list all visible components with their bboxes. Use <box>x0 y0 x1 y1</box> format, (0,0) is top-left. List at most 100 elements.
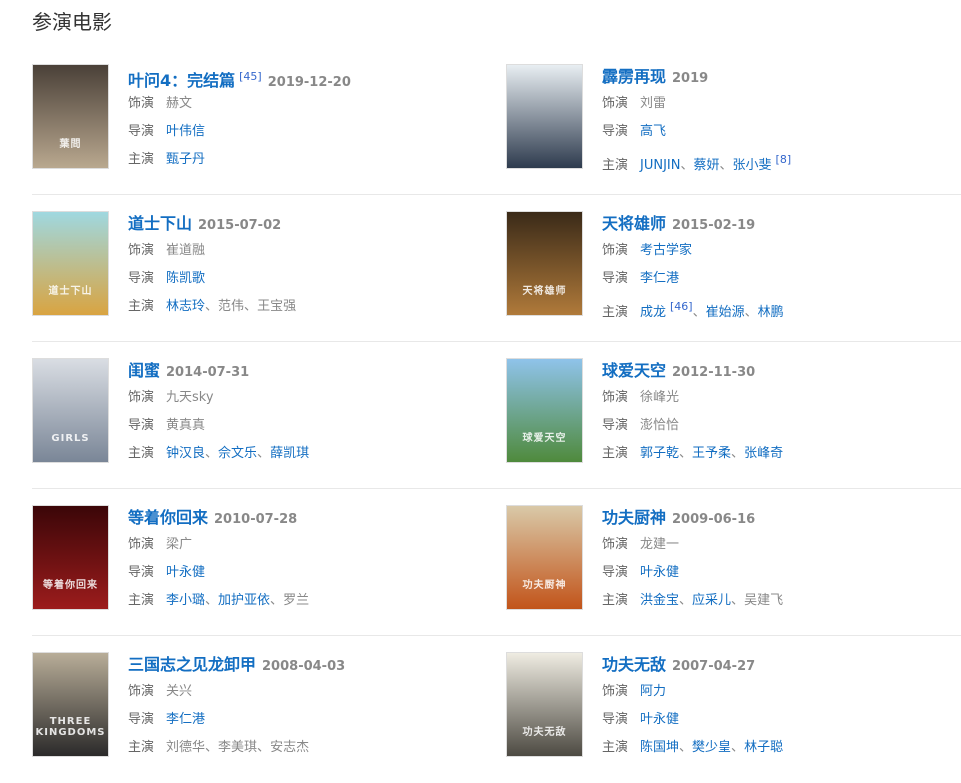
cast-value[interactable]: 崔始源 <box>706 305 745 320</box>
movie-poster[interactable]: 葉問 <box>32 64 109 169</box>
director-field: 导演 李仁港 <box>602 265 961 293</box>
role-field: 饰演 阿力 <box>602 678 961 706</box>
movie-info: 球爱天空 2012-11-30 饰演 徐峰光 导演 澎恰恰 主演 郭子乾、王予柔、张峰奇 <box>602 358 961 468</box>
cast-value[interactable]: 林鹏 <box>758 305 784 320</box>
movie-poster[interactable]: 功夫无敌 <box>506 652 583 757</box>
movie-item: 霹雳再现 2019 饰演 刘雷 导演 高飞 主演 JUNJIN、蔡妍、张小斐 [8] <box>506 64 961 173</box>
movie-info: 三国志之见龙卸甲 2008-04-03 饰演 关兴 导演 李仁港 主演 刘德华、李美琪、安志杰 <box>128 652 488 762</box>
movie-title-link[interactable]: 三国志之见龙卸甲 <box>128 655 256 674</box>
cast-value[interactable]: 加护亚依 <box>218 593 270 608</box>
title-line: 三国志之见龙卸甲 2008-04-03 <box>128 652 488 678</box>
movie-poster[interactable]: GIRLS <box>32 358 109 463</box>
director-value[interactable]: 李仁港 <box>640 271 679 286</box>
director-value[interactable]: 叶永健 <box>166 565 205 580</box>
separator: 、 <box>679 593 693 608</box>
role-value: 徐峰光 <box>640 390 680 405</box>
separator: 、 <box>257 740 271 755</box>
cast-value[interactable]: 洪金宝 <box>640 593 679 608</box>
section-title: 参演电影 <box>32 10 112 34</box>
cast-value[interactable]: 甄子丹 <box>166 152 205 167</box>
director-value[interactable]: 高飞 <box>640 124 666 139</box>
movie-title-link[interactable]: 等着你回来 <box>128 508 208 527</box>
movie-info: 道士下山 2015-07-02 饰演 崔道融 导演 陈凯歌 主演 林志玲、范伟、王宝强 <box>128 211 488 321</box>
cast-value[interactable]: JUNJIN <box>640 158 680 173</box>
cast-value[interactable]: 樊少皇 <box>692 740 731 755</box>
poster-image <box>33 359 108 462</box>
director-label: 导演 <box>128 271 155 286</box>
movie-poster[interactable]: 功夫厨神 <box>506 505 583 610</box>
reference-note[interactable]: [8] <box>776 153 792 166</box>
movie-title-link[interactable]: 道士下山 <box>128 214 192 233</box>
cast-value[interactable]: 张峰奇 <box>744 446 783 461</box>
cast-value[interactable]: 蔡妍 <box>693 158 719 173</box>
cast-label: 主演 <box>602 593 629 608</box>
poster-image <box>507 212 582 315</box>
movie-poster[interactable]: 天将雄师 <box>506 211 583 316</box>
movie-poster[interactable]: 道士下山 <box>32 211 109 316</box>
movie-title-link[interactable]: 功夫厨神 <box>602 508 666 527</box>
movie-title-link[interactable]: 天将雄师 <box>602 214 666 233</box>
cast-value[interactable]: 林子聪 <box>744 740 783 755</box>
cast-value[interactable]: 陈国坤 <box>640 740 679 755</box>
cast-value[interactable]: 成龙 <box>640 305 666 320</box>
role-value[interactable]: 考古学家 <box>640 243 692 258</box>
movie-title-link[interactable]: 叶问4：完结篇 <box>128 71 235 90</box>
title-line: 闺蜜 2014-07-31 <box>128 358 488 384</box>
cast-field: 主演 郭子乾、王予柔、张峰奇 <box>602 440 961 468</box>
director-field: 导演 叶永健 <box>128 559 488 587</box>
reference-note[interactable]: [45] <box>239 70 262 83</box>
movie-item: 功夫厨神 功夫厨神 2009-06-16 饰演 龙建一 导演 叶永健 主演 洪金宝、应采儿、吴建… <box>506 505 961 612</box>
release-date: 2010-07-28 <box>214 512 298 527</box>
director-value[interactable]: 叶永健 <box>640 565 679 580</box>
movie-info: 叶问4：完结篇 [45] 2019-12-20 饰演 赫文 导演 叶伟信 主演 甄子丹 <box>128 64 488 174</box>
cast-value[interactable]: 应采儿 <box>692 593 731 608</box>
cast-value[interactable]: 钟汉良 <box>166 446 205 461</box>
director-value[interactable]: 陈凯歌 <box>166 271 205 286</box>
director-label: 导演 <box>602 565 629 580</box>
separator: 、 <box>205 446 219 461</box>
role-label: 饰演 <box>128 684 155 699</box>
role-value: 刘雷 <box>640 96 667 111</box>
director-field: 导演 陈凯歌 <box>128 265 488 293</box>
cast-value[interactable]: 李小璐 <box>166 593 205 608</box>
cast-label: 主演 <box>602 740 629 755</box>
cast-value[interactable]: 郭子乾 <box>640 446 679 461</box>
director-label: 导演 <box>128 124 155 139</box>
role-field: 饰演 梁广 <box>128 531 488 559</box>
cast-value[interactable]: 王予柔 <box>692 446 731 461</box>
cast-value[interactable]: 佘文乐 <box>218 446 257 461</box>
cast-value[interactable]: 薛凯琪 <box>270 446 309 461</box>
movie-row: 葉問 叶问4：完结篇 [45] 2019-12-20 饰演 赫文 导演 叶伟信 主演 甄子丹 霹雳再… <box>32 48 961 195</box>
separator: 、 <box>679 446 693 461</box>
movie-item: 等着你回来 等着你回来 2010-07-28 饰演 梁广 导演 叶永健 主演 李小璐、加护亚依、… <box>32 505 492 612</box>
movie-item: 球爱天空 球爱天空 2012-11-30 饰演 徐峰光 导演 澎恰恰 主演 郭子乾、王予柔、张峰… <box>506 358 961 465</box>
director-value[interactable]: 叶永健 <box>640 712 679 727</box>
movie-poster[interactable]: 球爱天空 <box>506 358 583 463</box>
role-field: 饰演 徐峰光 <box>602 384 961 412</box>
role-value[interactable]: 阿力 <box>640 684 666 699</box>
separator: 、 <box>692 305 706 320</box>
director-value[interactable]: 叶伟信 <box>166 124 205 139</box>
movie-poster[interactable] <box>506 64 583 169</box>
movie-title-link[interactable]: 霹雳再现 <box>602 67 666 86</box>
movie-title-link[interactable]: 球爱天空 <box>602 361 666 380</box>
movie-title-link[interactable]: 闺蜜 <box>128 361 160 380</box>
role-field: 饰演 赫文 <box>128 90 488 118</box>
movie-poster[interactable]: THREE KINGDOMS <box>32 652 109 757</box>
cast-field: 主演 李小璐、加护亚依、罗兰 <box>128 587 488 615</box>
cast-value[interactable]: 张小斐 <box>733 158 772 173</box>
cast-value: 安志杰 <box>270 740 310 755</box>
role-value: 九天sky <box>166 390 214 405</box>
separator: 、 <box>244 299 258 314</box>
movie-item: 功夫无敌 功夫无敌 2007-04-27 饰演 阿力 导演 叶永健 主演 陈国坤、樊少皇、林子聪 <box>506 652 961 759</box>
cast-field: 主演 陈国坤、樊少皇、林子聪 <box>602 734 961 762</box>
cast-label: 主演 <box>602 158 629 173</box>
movie-title-link[interactable]: 功夫无敌 <box>602 655 666 674</box>
movie-poster[interactable]: 等着你回来 <box>32 505 109 610</box>
director-value[interactable]: 李仁港 <box>166 712 205 727</box>
role-label: 饰演 <box>128 243 155 258</box>
role-label: 饰演 <box>602 390 629 405</box>
reference-note[interactable]: [46] <box>670 300 693 313</box>
separator: 、 <box>257 446 271 461</box>
cast-value[interactable]: 林志玲 <box>166 299 205 314</box>
